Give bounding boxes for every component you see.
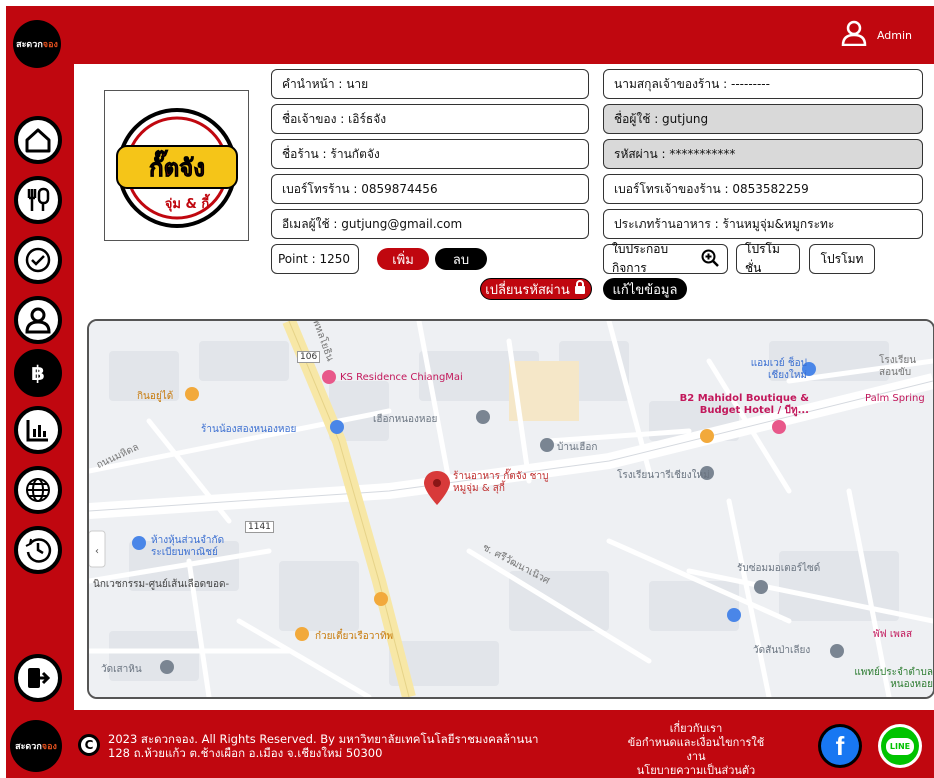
food-type-field[interactable]: ประเภทร้านอาหาร : ร้านหมูจุ่ม&หมูกระทะ	[603, 209, 923, 239]
map-label: นิกเวชกรรม-ศูนย์เส้นเลือดขอด-	[93, 579, 230, 590]
subtract-point-button[interactable]: ลบ	[435, 248, 487, 270]
map-label: เฮือกหนองหอย	[373, 414, 438, 425]
password-field: รหัสผ่าน : ***********	[603, 139, 923, 169]
map-label: Palm Spring	[865, 393, 925, 404]
map-label: แพทย์ประจำตำบลหนองหอย	[854, 667, 933, 690]
shop-logo-graphic: กั๊ตจัง จุ่ม & กี้	[115, 107, 238, 228]
footer-brand-logo[interactable]: สะดวก จอง	[10, 720, 62, 772]
clock-history-icon[interactable]	[14, 526, 62, 574]
zoom-in-icon	[701, 249, 719, 270]
map-label: B2 Mahidol Boutique & Budget Hotel / บีท…	[679, 393, 809, 416]
map-label: ห้างหุ้นส่วนจำกัด ระเบียบพาณิชย์	[151, 535, 225, 558]
shop-logo-subtitle: จุ่ม & กี้	[164, 193, 210, 212]
svg-text:฿: ฿	[31, 361, 45, 385]
map-label: รับซ่อมมอเตอร์ไซด์	[737, 563, 821, 574]
footer-logo-text: สะดวก	[15, 742, 42, 752]
shop-logo-title: กั๊ตจัง	[149, 149, 205, 182]
owner-phone-field[interactable]: เบอร์โทรเจ้าของร้าน : 0853582259	[603, 174, 923, 204]
copyright-line-1: 2023 สะดวกจอง. All Rights Reserved. By ม…	[108, 732, 539, 746]
map-label: พัฟ เพลส	[873, 629, 913, 640]
map-view[interactable]: ‹ ร้านอาหาร กั๊ตจัง ชาบู หมูจุ่ม & สุกี้…	[87, 319, 934, 699]
map-road-shield: 1141	[245, 521, 274, 533]
email-field[interactable]: อีเมลผู้ใช้ : gutjung@gmail.com	[271, 209, 589, 239]
username-field: ชื่อผู้ใช้ : gutjung	[603, 104, 923, 134]
prefix-field[interactable]: คำนำหน้า : นาย	[271, 69, 589, 99]
brand-logo-text: สะดวก	[16, 40, 43, 50]
map-road-shield: 106	[297, 351, 321, 363]
globe-icon[interactable]	[14, 466, 62, 514]
license-button[interactable]: ใบประกอบกิจการ	[603, 242, 728, 275]
footer: สะดวก จอง C 2023 สะดวกจอง. All Rights Res…	[6, 710, 934, 778]
lock-icon	[573, 280, 587, 298]
bitcoin-icon[interactable]: ฿	[14, 349, 62, 397]
map-main-pin-label[interactable]: ร้านอาหาร กั๊ตจัง ชาบู หมูจุ่ม & สุกี้	[453, 471, 563, 495]
svg-text:‹: ‹	[95, 546, 99, 557]
home-icon[interactable]	[14, 116, 62, 164]
change-password-label: เปลี่ยนรหัสผ่าน	[485, 282, 570, 298]
user-icon[interactable]	[14, 296, 62, 344]
shop-logo: กั๊ตจัง จุ่ม & กี้	[104, 90, 249, 241]
logout-icon[interactable]	[14, 654, 62, 702]
footer-links: เกี่ยวกับเรา ข้อกำหนดและเงื่อนไขการใช้งา…	[626, 722, 766, 778]
copyright-icon: C	[78, 734, 100, 756]
privacy-link[interactable]: นโยบายความเป็นส่วนตัว	[626, 764, 766, 778]
line-icon[interactable]: LINE	[878, 724, 922, 768]
chart-icon[interactable]	[14, 406, 62, 454]
check-icon[interactable]	[14, 236, 62, 284]
brand-logo-accent: จอง	[42, 40, 58, 50]
map-label: โรงเรียนสอนขับ	[879, 355, 917, 378]
user-menu[interactable]: Admin	[841, 20, 912, 50]
edit-info-button[interactable]: แก้ไขข้อมูล	[603, 278, 687, 300]
promote-button[interactable]: โปรโมท	[809, 244, 875, 274]
line-icon-text: LINE	[885, 737, 915, 755]
map-label: ก๋วยเตี๋ยวเรือวาทิพ	[315, 631, 394, 642]
copyright-line-2: 128 ถ.ห้วยแก้ว ต.ช้างเผือก อ.เมือง จ.เชี…	[108, 746, 383, 760]
map-label: วัดเสาหิน	[101, 664, 142, 675]
owner-lastname-field[interactable]: นามสกุลเจ้าของร้าน : ---------	[603, 69, 923, 99]
point-field: Point : 1250	[271, 244, 359, 274]
shop-name-field[interactable]: ชื่อร้าน : ร้านกัตจัง	[271, 139, 589, 169]
facebook-icon[interactable]: f	[818, 724, 862, 768]
shop-phone-field[interactable]: เบอร์โทรร้าน : 0859874456	[271, 174, 589, 204]
footer-logo-accent: จอง	[41, 742, 57, 752]
about-link[interactable]: เกี่ยวกับเรา	[626, 722, 766, 736]
add-point-button[interactable]: เพิ่ม	[377, 248, 429, 270]
map-label: บ้านเฮือก	[557, 442, 598, 453]
promotion-button[interactable]: โปรโมชั่น	[736, 242, 800, 275]
top-bar: Admin	[6, 6, 934, 64]
license-label: ใบประกอบกิจการ	[612, 242, 669, 275]
user-icon[interactable]	[841, 20, 867, 50]
map-label: กินอยู่ได้	[137, 391, 174, 402]
food-menu-icon[interactable]	[14, 176, 62, 224]
copyright-text: 2023 สะดวกจอง. All Rights Reserved. By ม…	[108, 732, 539, 760]
map-label: วัดสันป่าเลียง	[753, 645, 811, 656]
sidebar: สะดวก จอง ฿	[6, 6, 74, 710]
map-label: โรงเรียนวารีเชียงใหม่	[617, 470, 710, 481]
map-label: KS Residence ChiangMai	[340, 372, 463, 383]
map-label: แอมเวย์ ช็อป เชียงใหม่	[750, 358, 807, 381]
app-window: Admin สะดวก จอง ฿ กั๊ตจัง จุ่ม & กี้ คำน…	[6, 6, 934, 778]
terms-link[interactable]: ข้อกำหนดและเงื่อนไขการใช้งาน	[626, 736, 766, 764]
owner-name-field[interactable]: ชื่อเจ้าของ : เอิร์ธจัง	[271, 104, 589, 134]
brand-logo[interactable]: สะดวก จอง	[13, 20, 61, 68]
map-label: ร้านน้องสองหนองหอย	[201, 424, 297, 435]
username-label: Admin	[876, 28, 912, 42]
change-password-button[interactable]: เปลี่ยนรหัสผ่าน	[480, 278, 592, 300]
